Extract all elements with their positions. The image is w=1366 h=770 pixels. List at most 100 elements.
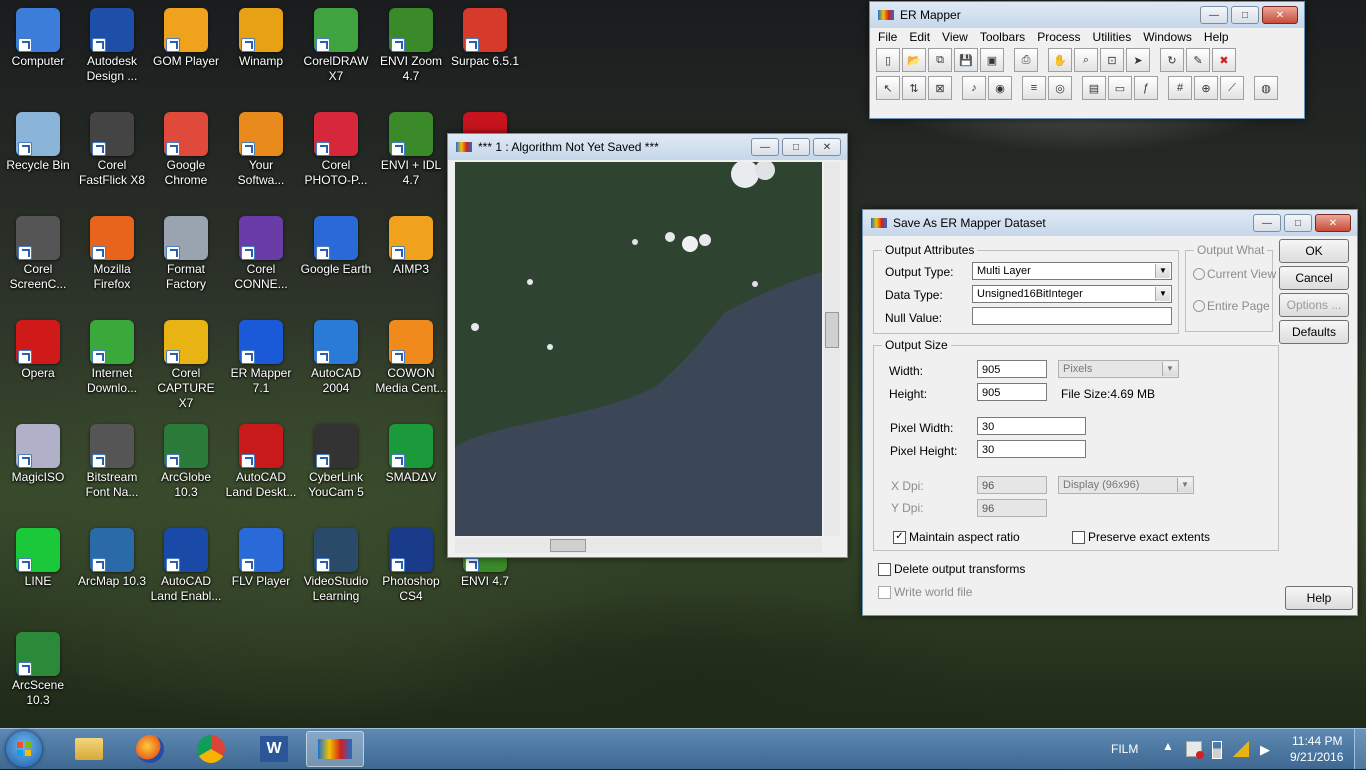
close-button[interactable]: ✕	[1262, 6, 1298, 24]
vertical-scrollbar[interactable]	[824, 162, 840, 536]
taskbar-explorer[interactable]	[60, 731, 118, 767]
taskbar-word[interactable]: W	[245, 731, 303, 767]
data-type-select[interactable]: Unsigned16BitInteger ▼	[972, 285, 1172, 303]
tool-icon[interactable]: ↖	[876, 76, 900, 100]
desktop-icon[interactable]: AutoCAD Land Enabl...	[149, 524, 223, 604]
maximize-button[interactable]: □	[782, 138, 810, 156]
dialog-titlebar[interactable]: Save As ER Mapper Dataset — □ ✕	[863, 210, 1357, 236]
desktop-icon[interactable]: Autodesk Design ...	[75, 4, 149, 84]
close-button[interactable]: ✕	[1315, 214, 1351, 232]
menu-item-utilities[interactable]: Utilities	[1093, 30, 1132, 44]
desktop-icon[interactable]: ENVI Zoom 4.7	[374, 4, 448, 84]
desktop-icon[interactable]: CyberLink YouCam 5	[299, 420, 373, 500]
ydpi-input[interactable]: 96	[977, 499, 1047, 517]
desktop-icon[interactable]: Google Earth	[299, 212, 373, 277]
open-icon[interactable]: 📂	[902, 48, 926, 72]
show-hidden-icons-button[interactable]: ▲	[1162, 739, 1174, 753]
start-button[interactable]	[6, 731, 42, 767]
menu-item-windows[interactable]: Windows	[1143, 30, 1192, 44]
graph-icon[interactable]: ⟋	[1220, 76, 1244, 100]
menu-item-view[interactable]: View	[942, 30, 968, 44]
grid-icon[interactable]: #	[1168, 76, 1192, 100]
layers-icon[interactable]: ≡	[1022, 76, 1046, 100]
maintain-aspect-checkbox[interactable]: ✓	[893, 531, 906, 544]
minimize-button[interactable]: —	[1200, 6, 1228, 24]
mosaic-icon[interactable]: ⊠	[928, 76, 952, 100]
refresh-icon[interactable]: ↻	[1160, 48, 1184, 72]
desktop-icon[interactable]: ER Mapper 7.1	[224, 316, 298, 396]
horizontal-scrollbar[interactable]	[455, 538, 822, 553]
desktop-icon[interactable]: Opera	[1, 316, 75, 381]
desktop-icon[interactable]: Your Softwa...	[224, 108, 298, 188]
save-as-icon[interactable]: ▣	[980, 48, 1004, 72]
ok-button[interactable]: OK	[1279, 239, 1349, 263]
delete-transforms-checkbox[interactable]	[878, 563, 891, 576]
desktop-icon[interactable]: FLV Player	[224, 524, 298, 589]
save-icon[interactable]: 💾	[954, 48, 978, 72]
desktop-icon[interactable]: Google Chrome	[149, 108, 223, 188]
show-desktop-button[interactable]	[1354, 729, 1366, 769]
desktop-icon[interactable]: ArcScene 10.3	[1, 628, 75, 708]
preserve-extents-checkbox[interactable]	[1072, 531, 1085, 544]
desktop-icon[interactable]: Winamp	[224, 4, 298, 69]
volume-icon[interactable]: ▶	[1260, 742, 1270, 758]
target-icon[interactable]: ◎	[1048, 76, 1072, 100]
clock-date[interactable]: 9/21/2016	[1290, 750, 1343, 764]
pointer-icon[interactable]: ➤	[1126, 48, 1150, 72]
entire-page-radio[interactable]	[1193, 300, 1205, 312]
help-button[interactable]: Help	[1285, 586, 1353, 610]
pixel-height-input[interactable]: 30	[977, 440, 1086, 458]
cancel-button[interactable]: Cancel	[1279, 266, 1349, 290]
desktop-icon[interactable]: SMADΔV	[374, 420, 448, 485]
fingerprint-icon[interactable]: ◉	[988, 76, 1012, 100]
taskbar-ermapper[interactable]	[306, 731, 364, 767]
new-icon[interactable]: ▯	[876, 48, 900, 72]
units-select[interactable]: Pixels ▼	[1058, 360, 1179, 378]
maximize-button[interactable]: □	[1284, 214, 1312, 232]
maximize-button[interactable]: □	[1231, 6, 1259, 24]
desktop-icon[interactable]: Format Factory	[149, 212, 223, 292]
crosshair-icon[interactable]: ⊕	[1194, 76, 1218, 100]
null-value-input[interactable]	[972, 307, 1172, 325]
desktop-icon[interactable]: Mozilla Firefox	[75, 212, 149, 292]
satellite-image-view[interactable]	[455, 162, 822, 536]
copy-icon[interactable]: ⧉	[928, 48, 952, 72]
formula-icon[interactable]: ƒ	[1134, 76, 1158, 100]
clock-time[interactable]: 11:44 PM	[1292, 734, 1342, 748]
desktop-icon[interactable]: COWON Media Cent...	[374, 316, 448, 396]
menu-item-edit[interactable]: Edit	[909, 30, 930, 44]
battery-icon[interactable]	[1212, 741, 1222, 759]
desktop-icon[interactable]: Corel CAPTURE X7	[149, 316, 223, 411]
desktop-icon[interactable]: VideoStudio Learning	[299, 524, 373, 604]
desktop-icon[interactable]: Recycle Bin	[1, 108, 75, 173]
action-center-icon[interactable]	[1186, 741, 1204, 759]
desktop-icon[interactable]: AIMP3	[374, 212, 448, 277]
globe-icon[interactable]: ◍	[1254, 76, 1278, 100]
desktop-icon[interactable]: LINE	[1, 524, 75, 589]
pixel-width-input[interactable]: 30	[977, 417, 1086, 435]
taskbar-firefox[interactable]	[121, 731, 179, 767]
desktop-icon[interactable]: AutoCAD 2004	[299, 316, 373, 396]
height-input[interactable]: 905	[977, 383, 1047, 401]
desktop-icon[interactable]: CorelDRAW X7	[299, 4, 373, 84]
minimize-button[interactable]: —	[751, 138, 779, 156]
options-button[interactable]: Options ...	[1279, 293, 1349, 317]
xdpi-input[interactable]: 96	[977, 476, 1047, 494]
zoom-icon[interactable]: ⌕	[1074, 48, 1098, 72]
folder-icon[interactable]: ▭	[1108, 76, 1132, 100]
menu-item-help[interactable]: Help	[1204, 30, 1229, 44]
desktop-icon[interactable]: AutoCAD Land Deskt...	[224, 420, 298, 500]
desktop-icon[interactable]: Corel ScreenC...	[1, 212, 75, 292]
desktop-icon[interactable]: Corel FastFlick X8	[75, 108, 149, 188]
desktop-icon[interactable]: ENVI + IDL 4.7	[374, 108, 448, 188]
hand-icon[interactable]: ✋	[1048, 48, 1072, 72]
display-select[interactable]: Display (96x96) ▼	[1058, 476, 1194, 494]
desktop-icon[interactable]: MagicISO	[1, 420, 75, 485]
stack-icon[interactable]: ▤	[1082, 76, 1106, 100]
music-icon[interactable]: ♪	[962, 76, 986, 100]
output-type-select[interactable]: Multi Layer ▼	[972, 262, 1172, 280]
menu-item-process[interactable]: Process	[1037, 30, 1080, 44]
desktop-icon[interactable]: GOM Player	[149, 4, 223, 69]
transform-icon[interactable]: ⇅	[902, 76, 926, 100]
write-world-file-checkbox[interactable]	[878, 586, 891, 599]
